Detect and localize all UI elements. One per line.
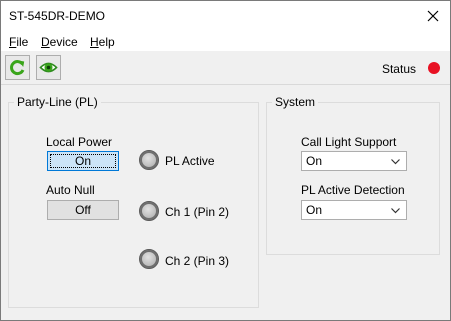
chevron-down-icon — [391, 159, 400, 165]
pl-active-detection-select[interactable]: On — [301, 200, 407, 220]
call-light-select[interactable]: On — [301, 151, 407, 171]
menu-device[interactable]: Device — [41, 35, 78, 49]
view-button[interactable] — [36, 55, 61, 80]
call-light-label: Call Light Support — [301, 135, 397, 149]
local-power-button[interactable]: On — [47, 151, 119, 171]
close-button[interactable] — [416, 1, 450, 32]
status-label: Status — [381, 62, 416, 76]
auto-null-label: Auto Null — [46, 183, 95, 197]
party-line-group: Party-Line (PL) Local Power On Auto Null… — [8, 95, 259, 308]
app-window: ST-545DR-DEMO File Device Help Status Pa… — [0, 0, 451, 321]
system-title: System — [272, 95, 319, 109]
auto-null-button[interactable]: Off — [47, 200, 119, 220]
menu-file[interactable]: File — [9, 35, 28, 49]
ch2-led — [139, 249, 159, 269]
refresh-button[interactable] — [5, 55, 30, 80]
party-line-title: Party-Line (PL) — [14, 95, 101, 109]
menu-bar: File Device Help — [1, 32, 450, 51]
pl-active-led — [139, 150, 159, 170]
status-indicator — [428, 62, 440, 74]
local-power-label: Local Power — [46, 135, 113, 149]
pl-active-label: PL Active — [165, 154, 215, 168]
chevron-down-icon — [391, 208, 400, 214]
refresh-icon — [10, 60, 25, 75]
menu-help[interactable]: Help — [90, 35, 115, 49]
title-bar: ST-545DR-DEMO — [1, 1, 450, 32]
toolbar: Status — [1, 51, 450, 85]
ch1-led — [139, 201, 159, 221]
pl-active-detection-label: PL Active Detection — [301, 183, 405, 197]
ch2-label: Ch 2 (Pin 3) — [165, 254, 230, 268]
eye-icon — [39, 62, 58, 73]
close-icon — [427, 10, 439, 22]
focus-rect — [50, 154, 116, 168]
window-title: ST-545DR-DEMO — [9, 9, 106, 23]
ch1-label: Ch 1 (Pin 2) — [165, 205, 230, 219]
system-group: System Call Light Support On PL Active D… — [266, 95, 440, 255]
